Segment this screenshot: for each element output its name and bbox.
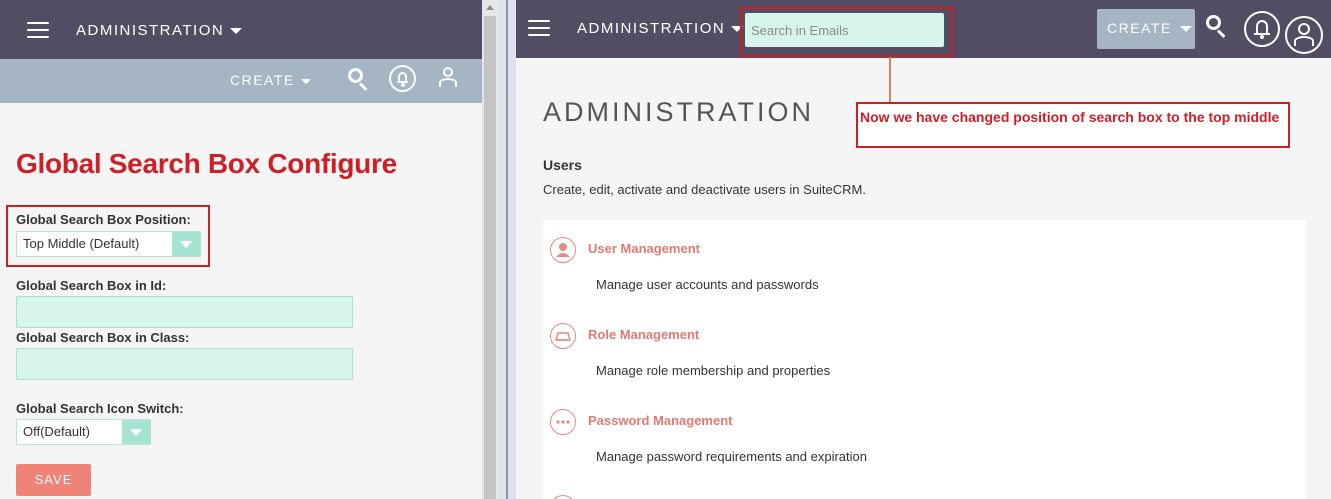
user-profile-icon[interactable] (1285, 16, 1323, 54)
page-title: Global Search Box Configure (16, 148, 397, 179)
notification-bell-icon[interactable] (1244, 11, 1280, 47)
icon-switch-value: Off(Default) (23, 424, 90, 439)
left-sub-nav: CREATE (0, 59, 482, 103)
chevron-down-icon[interactable] (172, 232, 200, 256)
role-icon (550, 323, 576, 349)
notification-bell-icon[interactable] (389, 65, 416, 92)
chevron-down-icon (300, 78, 311, 84)
users-section-title: Users (543, 157, 582, 173)
role-management-description: Manage role membership and properties (596, 363, 831, 378)
user-profile-icon[interactable] (437, 67, 459, 89)
annotation-callout: Now we have changed position of search b… (856, 102, 1290, 148)
class-label: Global Search Box in Class: (16, 330, 190, 345)
create-label: CREATE (1107, 20, 1172, 36)
pane-divider (498, 0, 516, 499)
scroll-up-arrow-icon[interactable] (486, 5, 494, 10)
left-pane: ADMINISTRATION CREATE Global Search Box … (0, 0, 482, 499)
annotation-connector (889, 57, 891, 103)
search-box-class-input[interactable] (16, 348, 353, 380)
role-management-link[interactable]: Role Management (588, 327, 699, 342)
admin-page-heading: ADMINISTRATION (543, 97, 814, 127)
right-pane: ADMINISTRATION CREATE ADMINISTRATION Use… (516, 0, 1331, 499)
id-label: Global Search Box in Id: (16, 278, 167, 293)
create-menu-button[interactable]: CREATE (1097, 9, 1195, 49)
password-management-description: Manage password requirements and expirat… (596, 449, 867, 464)
admin-nav-label: ADMINISTRATION (577, 20, 726, 37)
position-label: Global Search Box Position: (16, 212, 191, 227)
user-icon (550, 237, 576, 263)
password-management-link[interactable]: Password Management (588, 413, 733, 428)
position-select[interactable]: Top Middle (Default) (16, 231, 201, 257)
icon-switch-select[interactable]: Off(Default) (16, 419, 151, 445)
admin-nav-label: ADMINISTRATION (76, 22, 225, 39)
screenshot-root: ADMINISTRATION CREATE Global Search Box … (0, 0, 1331, 499)
create-menu-button[interactable]: CREATE (230, 72, 311, 88)
hamburger-menu-icon[interactable] (27, 22, 49, 38)
search-icon[interactable] (348, 68, 370, 91)
icon-switch-label: Global Search Icon Switch: (16, 401, 184, 416)
chevron-down-icon (230, 28, 243, 35)
left-scrollbar-thumb[interactable] (484, 16, 496, 499)
create-label: CREATE (230, 72, 295, 88)
user-management-description: Manage user accounts and passwords (596, 277, 819, 292)
users-admin-card: User Management Manage user accounts and… (543, 220, 1306, 499)
chevron-down-icon (1179, 26, 1192, 33)
next-item-icon (550, 495, 576, 499)
chevron-down-icon[interactable] (122, 420, 150, 444)
search-icon[interactable] (1206, 15, 1228, 38)
highlight-box-search (740, 7, 953, 57)
admin-nav-menu[interactable]: ADMINISTRATION (577, 20, 744, 37)
save-button[interactable]: SAVE (16, 464, 91, 496)
user-management-link[interactable]: User Management (588, 241, 700, 256)
search-box-id-input[interactable] (16, 296, 353, 328)
admin-nav-menu[interactable]: ADMINISTRATION (76, 22, 243, 39)
position-select-value: Top Middle (Default) (23, 236, 140, 251)
hamburger-menu-icon[interactable] (528, 20, 550, 36)
users-section-description: Create, edit, activate and deactivate us… (543, 182, 866, 197)
password-icon (550, 409, 576, 435)
left-top-nav: ADMINISTRATION (0, 0, 482, 59)
